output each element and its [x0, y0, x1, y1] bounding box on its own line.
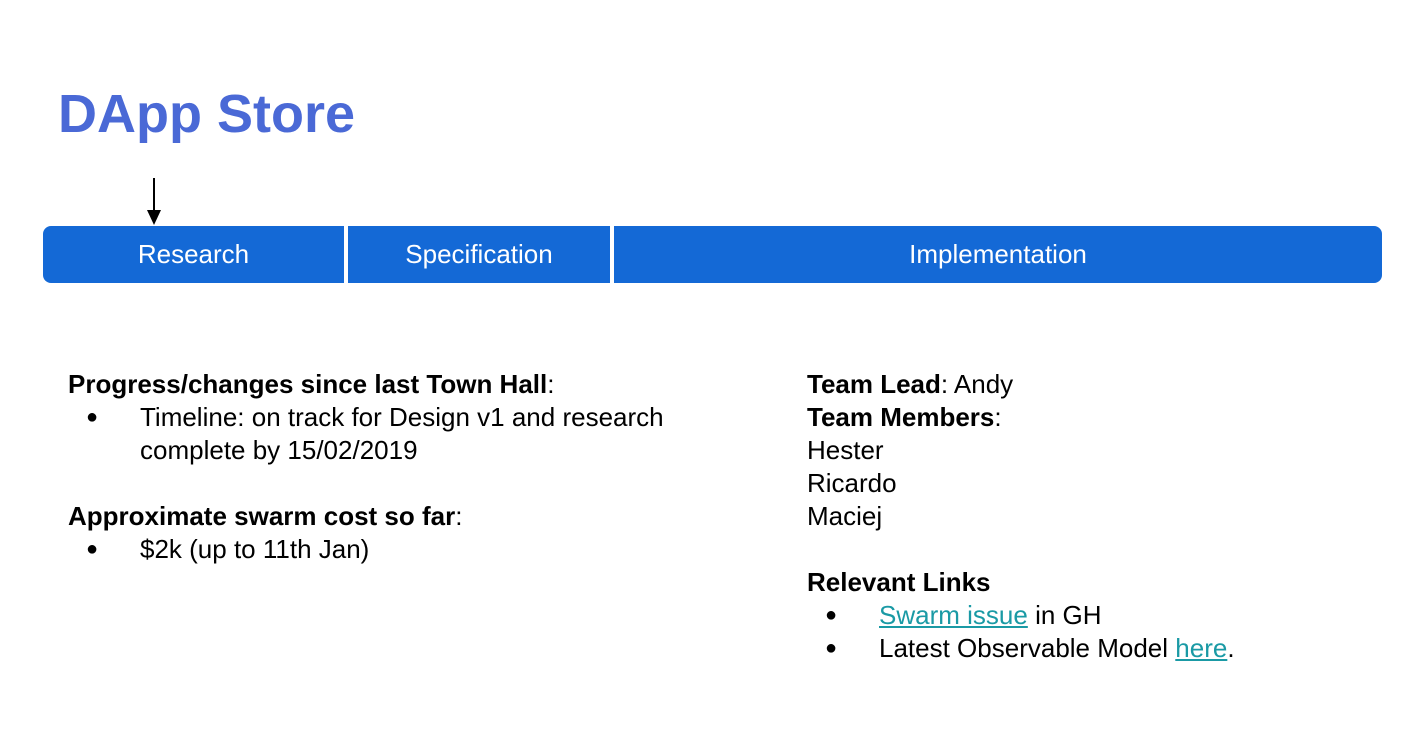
list-item: $2k (up to 11th Jan)	[68, 533, 748, 566]
team-member: Hester	[807, 435, 884, 465]
observable-model-link[interactable]: here	[1175, 633, 1227, 663]
team-member: Ricardo	[807, 468, 897, 498]
phase-implementation[interactable]: Implementation	[614, 226, 1382, 283]
team-section: Team Lead: Andy Team Members: Hester Ric…	[807, 368, 1387, 665]
arrow-down-icon	[147, 178, 161, 225]
phase-timeline: Research Specification Implementation	[43, 226, 1382, 283]
team-lead: Team Lead: Andy	[807, 369, 1014, 399]
progress-heading: Progress/changes since last Town Hall:	[68, 369, 555, 399]
progress-section: Progress/changes since last Town Hall: T…	[68, 368, 748, 566]
links-list: Swarm issue in GH Latest Observable Mode…	[807, 599, 1387, 665]
progress-list: Timeline: on track for Design v1 and res…	[68, 401, 748, 467]
phase-specification[interactable]: Specification	[348, 226, 610, 283]
swarm-issue-link[interactable]: Swarm issue	[879, 600, 1028, 630]
team-lead-value: Andy	[953, 369, 1014, 399]
list-item: Swarm issue in GH	[807, 599, 1387, 632]
links-heading: Relevant Links	[807, 567, 991, 597]
cost-list: $2k (up to 11th Jan)	[68, 533, 748, 566]
team-lead-label: Team Lead	[807, 369, 941, 399]
list-item: Latest Observable Model here.	[807, 632, 1387, 665]
list-item: Timeline: on track for Design v1 and res…	[68, 401, 748, 467]
team-member: Maciej	[807, 501, 883, 531]
cost-heading: Approximate swarm cost so far:	[68, 501, 463, 531]
team-members-heading: Team Members:	[807, 402, 1002, 432]
page-title: DApp Store	[58, 84, 355, 144]
phase-research[interactable]: Research	[43, 226, 344, 283]
